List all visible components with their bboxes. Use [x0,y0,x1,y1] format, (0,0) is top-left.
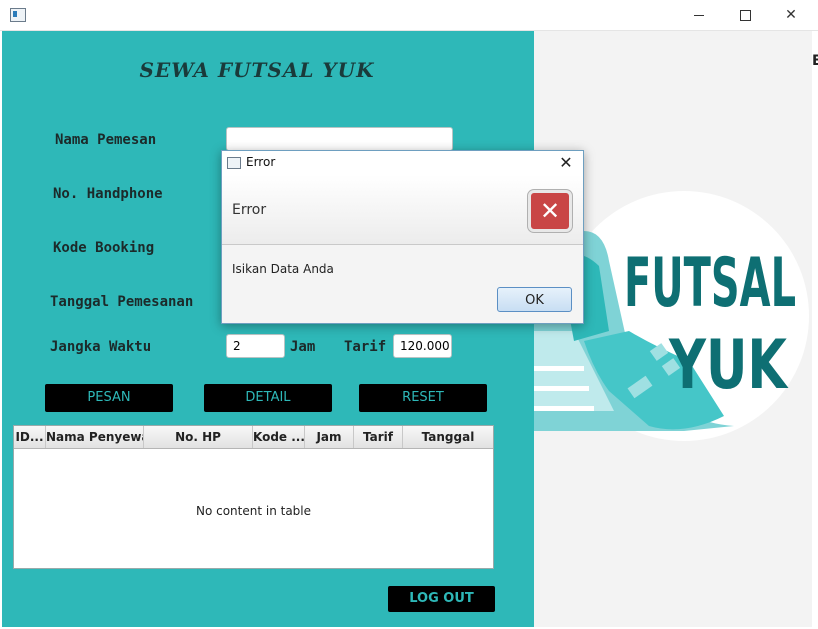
column-header-jam[interactable]: Jam [305,426,354,448]
jam-unit-label: Jam [290,339,316,355]
logout-button[interactable]: LOG OUT [388,586,495,612]
no-handphone-label: No. Handphone [53,186,163,202]
error-x-icon: ✕ [528,190,572,232]
tanggal-pemesanan-label: Tanggal Pemesanan [50,294,194,310]
logo-word-yuk: YUK [668,326,788,405]
dialog-close-button[interactable]: ✕ [555,153,577,173]
dialog-heading: Error [232,202,267,218]
dialog-titlebar: Error ✕ [222,151,583,175]
column-header-kode[interactable]: Kode ... [253,426,305,448]
column-header-tanggal[interactable]: Tanggal [403,426,493,448]
dialog-header: Error ✕ [222,175,583,245]
error-dialog: Error ✕ Error ✕ Isikan Data Anda OK [221,150,584,324]
close-window-button[interactable]: ✕ [768,0,814,30]
nama-pemesan-label: Nama Pemesan [55,132,157,148]
maximize-button[interactable] [722,0,768,30]
dialog-window-icon [227,157,241,169]
nama-pemesan-input[interactable] [226,127,453,151]
minimize-button[interactable] [676,0,722,30]
column-header-id[interactable]: ID... [14,426,46,448]
column-header-nama-penyewa[interactable]: Nama Penyewa [46,426,144,448]
column-header-no-hp[interactable]: No. HP [144,426,253,448]
app-window-icon [10,8,26,22]
window-titlebar: ✕ [0,0,818,31]
reset-button[interactable]: RESET [359,384,487,412]
booking-table[interactable]: ID... Nama Penyewa No. HP Kode ... Jam T… [13,425,494,569]
close-icon: ✕ [785,7,797,23]
tarif-field[interactable]: 120.000 [393,334,452,358]
table-header: ID... Nama Penyewa No. HP Kode ... Jam T… [14,426,493,449]
jangka-waktu-label: Jangka Waktu [50,339,152,355]
ok-button[interactable]: OK [497,287,572,312]
background-text-fragment: E [812,53,818,69]
table-empty-message: No content in table [195,504,312,518]
logo-panel: FUTSAL YUK [534,31,812,627]
background-window-edge [812,31,818,627]
jangka-waktu-input[interactable]: 2 [226,334,285,358]
page-title: SEWA FUTSAL YUK [139,58,375,82]
pesan-button[interactable]: PESAN [45,384,173,412]
dialog-message: Isikan Data Anda [232,262,334,276]
maximize-icon [739,9,751,21]
futsal-yuk-logo: FUTSAL YUK [534,191,809,441]
detail-button[interactable]: DETAIL [204,384,332,412]
kode-booking-label: Kode Booking [53,240,155,256]
minimize-icon [694,14,704,16]
tarif-label: Tarif [344,339,387,355]
dialog-title: Error [246,155,276,169]
column-header-tarif[interactable]: Tarif [354,426,403,448]
logo-word-futsal: FUTSAL [624,244,796,323]
